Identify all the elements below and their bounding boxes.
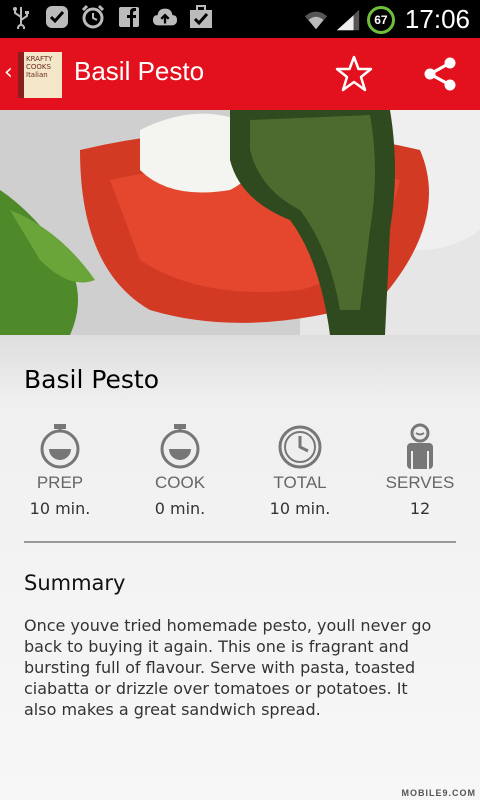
timer-icon bbox=[155, 421, 205, 471]
total-time: TOTAL 10 min. bbox=[255, 421, 345, 518]
serves-value: 12 bbox=[409, 499, 431, 518]
cook-time: COOK 0 min. bbox=[135, 421, 225, 518]
recipe-details: Basil Pesto PREP 10 min. COOK 0 min. TOT… bbox=[0, 335, 480, 800]
page-title: Basil Pesto bbox=[74, 56, 205, 86]
recipe-title: Basil Pesto bbox=[24, 365, 160, 394]
favorite-star-icon[interactable] bbox=[334, 54, 374, 94]
clock-icon bbox=[275, 421, 325, 471]
app-icon-text: KRAFTY COOKS Italian bbox=[26, 55, 53, 79]
briefcase-check-icon bbox=[188, 4, 214, 30]
cook-value: 0 min. bbox=[154, 499, 206, 518]
cloud-upload-icon bbox=[152, 4, 178, 30]
signal-icon bbox=[335, 7, 361, 33]
total-value: 10 min. bbox=[269, 499, 331, 518]
facebook-icon bbox=[116, 4, 142, 30]
prep-time: PREP 10 min. bbox=[15, 421, 105, 518]
total-label: TOTAL bbox=[273, 473, 327, 492]
usb-icon bbox=[8, 4, 34, 30]
prep-value: 10 min. bbox=[29, 499, 91, 518]
timer-icon bbox=[35, 421, 85, 471]
back-chevron-icon[interactable]: ‹ bbox=[4, 60, 13, 85]
alarm-icon bbox=[80, 4, 106, 30]
prep-label: PREP bbox=[36, 473, 84, 492]
action-bar: ‹ KRAFTY COOKS Italian Basil Pesto bbox=[0, 38, 480, 110]
battery-indicator: 67 bbox=[366, 5, 395, 34]
watermark: MOBILE9.COM bbox=[401, 788, 476, 798]
status-clock: 17:06 bbox=[404, 4, 470, 34]
recipe-photo bbox=[0, 110, 480, 335]
serves: SERVES 12 bbox=[375, 421, 465, 518]
check-icon bbox=[44, 4, 70, 30]
app-icon[interactable]: KRAFTY COOKS Italian bbox=[18, 52, 62, 98]
summary-text: Once youve tried homemade pesto, youll n… bbox=[24, 616, 432, 719]
serves-label: SERVES bbox=[385, 473, 455, 492]
status-bar: 67 17:06 bbox=[0, 0, 480, 38]
cook-label: COOK bbox=[154, 473, 206, 492]
person-icon bbox=[395, 421, 445, 471]
summary-heading: Summary bbox=[24, 571, 126, 595]
share-icon[interactable] bbox=[420, 54, 460, 94]
divider bbox=[24, 541, 456, 543]
wifi-icon bbox=[303, 7, 329, 33]
